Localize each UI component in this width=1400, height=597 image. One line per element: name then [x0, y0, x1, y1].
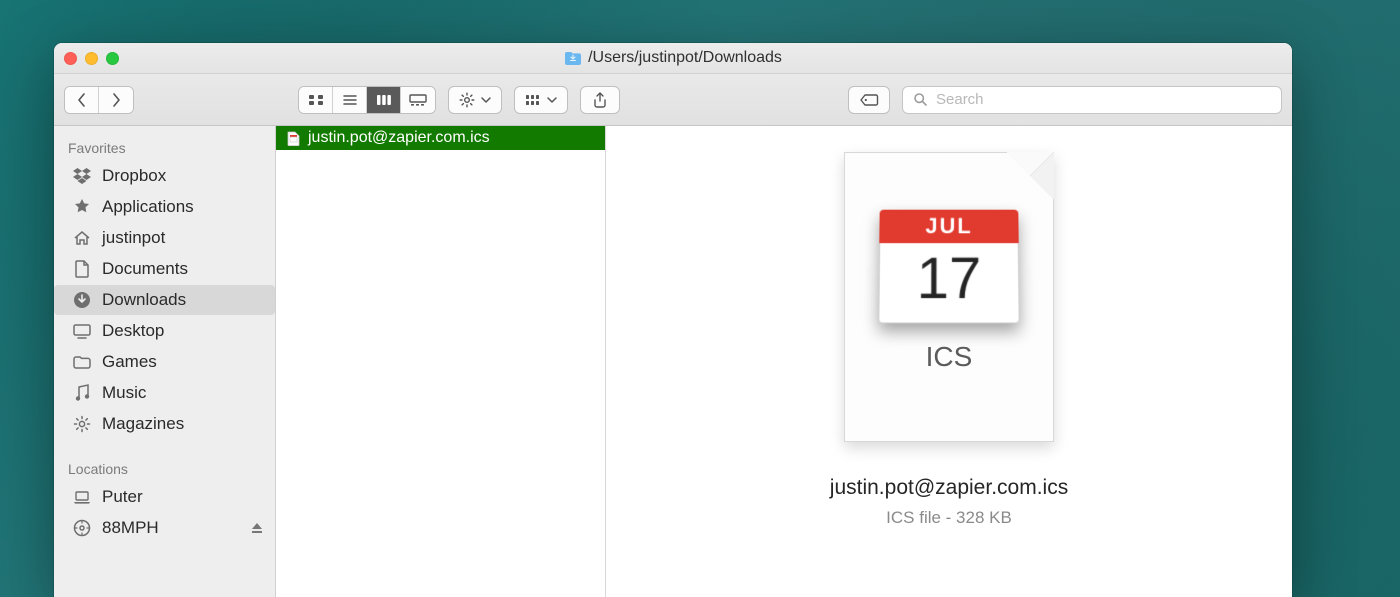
- sidebar-item-label: Desktop: [102, 321, 164, 341]
- preview-thumbnail: JUL 17 ICS: [844, 152, 1054, 442]
- calendar-day: 17: [878, 243, 1019, 323]
- sidebar-item-88mph[interactable]: 88MPH: [54, 513, 275, 543]
- tags-button[interactable]: [848, 86, 890, 114]
- sidebar-item-label: Puter: [102, 487, 143, 507]
- app-icon: [72, 197, 92, 217]
- finder-window: /Users/justinpot/Downloads: [54, 43, 1292, 597]
- desktop-icon: [72, 321, 92, 341]
- icon-view-button[interactable]: [299, 87, 333, 113]
- finder-body: Favorites Dropbox Applications justinpot…: [54, 126, 1292, 597]
- sidebar-item-label: 88MPH: [102, 518, 159, 538]
- sidebar-section-favorites: Favorites: [54, 134, 275, 160]
- back-button[interactable]: [65, 87, 99, 113]
- sidebar-item-label: Games: [102, 352, 157, 372]
- action-menu-button[interactable]: [448, 86, 502, 114]
- window-controls: [64, 52, 119, 65]
- forward-button[interactable]: [99, 87, 133, 113]
- laptop-icon: [72, 487, 92, 507]
- sidebar-item-home[interactable]: justinpot: [54, 223, 275, 253]
- preview-meta: ICS file - 328 KB: [886, 508, 1012, 528]
- search-input[interactable]: [936, 91, 1271, 108]
- home-icon: [72, 228, 92, 248]
- sidebar-item-games[interactable]: Games: [54, 347, 275, 377]
- sidebar: Favorites Dropbox Applications justinpot…: [54, 126, 276, 597]
- column-view-button[interactable]: [367, 87, 401, 113]
- sidebar-item-applications[interactable]: Applications: [54, 192, 275, 222]
- dropbox-icon: [72, 166, 92, 186]
- sidebar-item-downloads[interactable]: Downloads: [54, 285, 275, 315]
- arrange-menu-button[interactable]: [514, 86, 568, 114]
- minimize-button[interactable]: [85, 52, 98, 65]
- chevron-down-icon: [547, 96, 557, 104]
- download-folder-icon: [564, 51, 582, 65]
- window-title-text: /Users/justinpot/Downloads: [588, 49, 782, 67]
- sidebar-item-documents[interactable]: Documents: [54, 254, 275, 284]
- sidebar-item-magazines[interactable]: Magazines: [54, 409, 275, 439]
- chevron-down-icon: [481, 96, 491, 104]
- grid-icon: [525, 94, 541, 106]
- sidebar-item-label: Music: [102, 383, 146, 403]
- music-icon: [72, 383, 92, 403]
- search-field[interactable]: [902, 86, 1282, 114]
- gallery-view-button[interactable]: [401, 87, 435, 113]
- zoom-button[interactable]: [106, 52, 119, 65]
- calendar-icon: JUL 17: [878, 210, 1019, 324]
- file-column: justin.pot@zapier.com.ics: [276, 126, 606, 597]
- sidebar-item-label: Documents: [102, 259, 188, 279]
- nav-back-forward: [64, 86, 134, 114]
- toolbar: [54, 74, 1292, 126]
- gear-icon: [72, 414, 92, 434]
- sidebar-item-music[interactable]: Music: [54, 378, 275, 408]
- disk-icon: [72, 518, 92, 538]
- sidebar-section-locations: Locations: [54, 455, 275, 481]
- share-button[interactable]: [580, 86, 620, 114]
- view-mode-group: [298, 86, 436, 114]
- eject-icon[interactable]: [251, 522, 263, 534]
- sidebar-item-desktop[interactable]: Desktop: [54, 316, 275, 346]
- titlebar: /Users/justinpot/Downloads: [54, 43, 1292, 74]
- sidebar-item-puter[interactable]: Puter: [54, 482, 275, 512]
- file-name: justin.pot@zapier.com.ics: [308, 129, 490, 147]
- sidebar-item-label: Downloads: [102, 290, 186, 310]
- preview-pane: JUL 17 ICS justin.pot@zapier.com.ics ICS…: [606, 126, 1292, 597]
- preview-filename: justin.pot@zapier.com.ics: [830, 476, 1068, 500]
- sidebar-item-label: Magazines: [102, 414, 184, 434]
- gear-icon: [459, 92, 475, 108]
- window-title: /Users/justinpot/Downloads: [54, 49, 1292, 67]
- calendar-month: JUL: [879, 210, 1018, 243]
- sidebar-item-label: justinpot: [102, 228, 165, 248]
- page-fold-icon: [1006, 152, 1054, 200]
- share-icon: [593, 92, 607, 108]
- sidebar-item-label: Dropbox: [102, 166, 166, 186]
- search-icon: [913, 92, 928, 107]
- sidebar-item-dropbox[interactable]: Dropbox: [54, 161, 275, 191]
- folder-icon: [72, 352, 92, 372]
- download-icon: [72, 290, 92, 310]
- preview-type-label: ICS: [926, 341, 973, 373]
- document-icon: [72, 259, 92, 279]
- list-view-button[interactable]: [333, 87, 367, 113]
- file-row[interactable]: justin.pot@zapier.com.ics: [276, 126, 605, 150]
- close-button[interactable]: [64, 52, 77, 65]
- sidebar-item-label: Applications: [102, 197, 194, 217]
- tag-icon: [859, 93, 879, 107]
- ics-doc-icon: [286, 130, 300, 146]
